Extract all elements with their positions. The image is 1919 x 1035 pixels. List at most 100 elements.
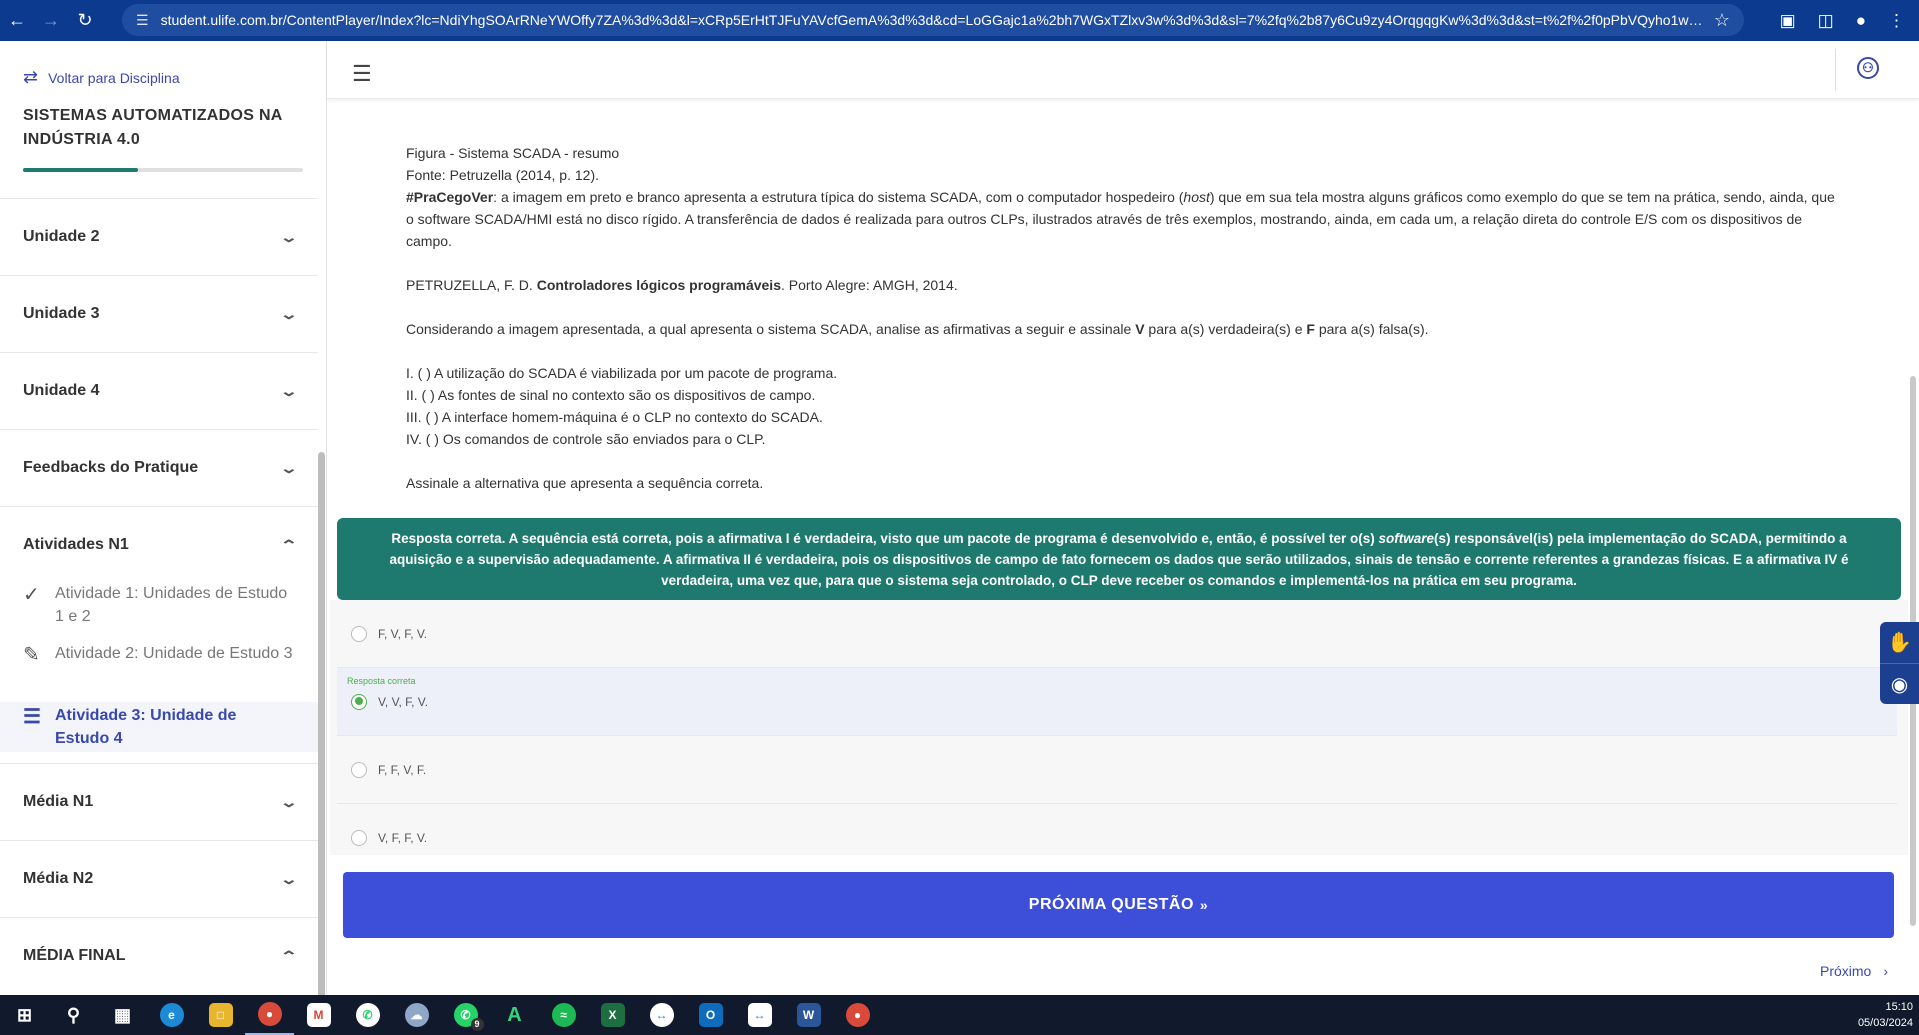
chrome-app-icon[interactable]: ☁ (392, 995, 441, 1035)
radio-button-selected[interactable] (351, 693, 367, 710)
word-icon[interactable]: W (784, 995, 833, 1035)
feedback-banner: Resposta correta. A sequência está corre… (337, 518, 1901, 600)
app-a-icon[interactable]: A (490, 995, 539, 1035)
instruction-f: F (1306, 321, 1315, 337)
eye-icon[interactable]: ◉ (1880, 663, 1919, 704)
chevron-up-icon: ⌃ (279, 536, 299, 553)
back-swap-icon: ⇄ (23, 67, 39, 87)
description-text: : a imagem em preto e branco apresenta a… (493, 189, 1184, 205)
edge-icon[interactable]: e (147, 995, 196, 1035)
feedback-text: Resposta correta. A sequência está corre… (391, 531, 1379, 546)
chevron-down-icon: ⌄ (279, 459, 299, 476)
radio-button[interactable] (351, 625, 367, 642)
reference: PETRUZELLA, F. D. Controladores lógicos … (406, 274, 1846, 296)
back-to-course-link[interactable]: ⇄ Voltar para Disciplina (23, 67, 180, 88)
forward-arrow-icon[interactable]: → (34, 10, 68, 31)
notification-badge: 9 (470, 1018, 484, 1031)
system-clock[interactable]: 15:10 05/03/2024 (1858, 999, 1913, 1031)
sign-language-icon[interactable]: ✋ (1880, 622, 1919, 663)
sidebar-item-label: Média N1 (23, 793, 94, 810)
chevron-right-icon: › (1883, 963, 1889, 979)
next-page-link[interactable]: Próximo › (1820, 963, 1888, 979)
option-label: F, V, F, V. (378, 626, 428, 641)
teamviewer-icon[interactable]: ↔ (637, 995, 686, 1035)
sidebar-item-unidade-3[interactable]: Unidade 3 ⌄ (0, 275, 318, 352)
clock-date: 05/03/2024 (1857, 1017, 1913, 1029)
task-view-icon[interactable]: ▦ (98, 995, 147, 1035)
excel-icon[interactable]: X (588, 995, 637, 1035)
outlook-icon[interactable]: O (686, 995, 735, 1035)
next-question-button[interactable]: PRÓXIMA QUESTÃO » (343, 872, 1894, 938)
browser-toolbar: ← → ↻ ☰ student.ulife.com.br/ContentPlay… (0, 0, 1919, 41)
sidebar-subitem-label: Atividade 3: Unidade de Estudo 4 (55, 707, 237, 747)
statement-4: IV. ( ) Os comandos de controle são envi… (406, 431, 766, 447)
windows-start-icon[interactable]: ⊞ (0, 995, 49, 1035)
course-sidebar: ⇄ Voltar para Disciplina SISTEMAS AUTOMA… (0, 41, 327, 995)
teamviewer-2-icon[interactable]: ↔ (735, 995, 784, 1035)
instruction: Considerando a imagem apresentada, a qua… (406, 318, 1846, 340)
course-title: SISTEMAS AUTOMATIZADOS NA INDÚSTRIA 4.0 (23, 107, 283, 148)
whatsapp-icon[interactable]: ✆ (343, 995, 392, 1035)
sidebar-item-unidade-4[interactable]: Unidade 4 ⌄ (0, 352, 318, 429)
sidebar-item-media-final[interactable]: MÉDIA FINAL ⌃ (0, 917, 318, 994)
course-progress-fill (23, 168, 138, 172)
chevron-down-icon: ⌄ (279, 870, 299, 887)
option-label: F, F, V, F. (378, 762, 427, 777)
sidebar-subitem-atividade-2[interactable]: ✎ Atividade 2: Unidade de Estudo 3 (0, 642, 318, 667)
reference-title: Controladores lógicos programáveis (536, 277, 781, 293)
reference-author: PETRUZELLA, F. D. (406, 277, 537, 293)
sidebar-item-label: Média N2 (23, 870, 94, 887)
back-arrow-icon[interactable]: ← (0, 10, 34, 31)
radio-button[interactable] (351, 761, 367, 778)
sidebar-item-atividades-n1[interactable]: Atividades N1 ⌃ (0, 506, 318, 583)
reference-publisher: . Porto Alegre: AMGH, 2014. (781, 277, 958, 293)
spotify-icon[interactable]: ≈ (539, 995, 588, 1035)
feedback-software-term: software (1378, 531, 1435, 546)
hamburger-menu-icon[interactable]: ☰ (352, 61, 372, 87)
url-text: student.ulife.com.br/ContentPlayer/Index… (160, 12, 1704, 28)
sidebar-item-label: Unidade 2 (23, 228, 100, 245)
browser-menu-icon[interactable]: ⋮ (1888, 11, 1905, 31)
option-label: V, F, F, V. (378, 831, 428, 845)
whatsapp-business-icon[interactable]: ✆ 9 (441, 995, 490, 1035)
profile-icon[interactable]: ● (1856, 11, 1866, 31)
option-c[interactable]: F, F, V, F. (337, 736, 1897, 804)
gmail-icon[interactable]: M (294, 995, 343, 1035)
accessibility-icon[interactable]: ⚇ (1857, 57, 1879, 79)
search-icon[interactable]: ⚲ (49, 995, 98, 1035)
address-bar[interactable]: ☰ student.ulife.com.br/ContentPlayer/Ind… (122, 4, 1744, 36)
sidebar-item-media-n1[interactable]: Média N1 ⌄ (0, 763, 318, 840)
option-a[interactable]: F, V, F, V. (337, 600, 1897, 668)
option-label: V, V, F, V. (378, 694, 429, 709)
radio-button[interactable] (351, 830, 367, 846)
sidebar-subitem-label: Atividade 1: Unidades de Estudo 1 e 2 (55, 585, 288, 625)
chrome-icon[interactable]: ● (245, 995, 294, 1035)
sidebar-item-unidade-2[interactable]: Unidade 2 ⌄ (0, 198, 318, 275)
sidebar-scrollbar[interactable] (318, 452, 325, 995)
sidebar-item-media-n2[interactable]: Média N2 ⌄ (0, 840, 318, 917)
sidebar-subitem-atividade-3[interactable]: ☰ Atividade 3: Unidade de Estudo 4 (0, 702, 318, 752)
accessibility-widgets: ✋ ◉ (1880, 622, 1919, 704)
file-explorer-icon[interactable]: □ (196, 995, 245, 1035)
instruction-text: para a(s) falsa(s). (1314, 321, 1429, 337)
topbar-divider (1835, 49, 1836, 91)
side-panel-icon[interactable]: ◫ (1818, 11, 1834, 31)
bookmark-star-icon[interactable]: ☆ (1714, 10, 1730, 31)
sidebar-item-label: Unidade 3 (23, 305, 100, 322)
sidebar-item-label: Feedbacks do Pratique (23, 459, 199, 476)
sidebar-item-feedbacks[interactable]: Feedbacks do Pratique ⌄ (0, 429, 318, 506)
description-host-term: host (1183, 189, 1210, 205)
sidebar-subitem-atividade-1[interactable]: ✓ Atividade 1: Unidades de Estudo 1 e 2 (0, 582, 318, 628)
back-link-label: Voltar para Disciplina (48, 69, 180, 86)
chevron-down-icon: ⌄ (279, 228, 299, 245)
sidebar-item-label: Unidade 4 (23, 382, 100, 399)
option-b[interactable]: Resposta correta V, V, F, V. (337, 668, 1897, 736)
list-icon: ☰ (23, 706, 41, 728)
question-prompt: Assinale a alternativa que apresenta a s… (406, 475, 764, 491)
option-d[interactable]: V, F, F, V. (337, 804, 1897, 872)
figure-caption: Figura - Sistema SCADA - resumo (406, 145, 620, 161)
reload-icon[interactable]: ↻ (68, 10, 102, 31)
extensions-icon[interactable]: ▣ (1780, 11, 1796, 31)
chrome-profile-icon[interactable]: ● (833, 995, 882, 1035)
site-info-icon[interactable]: ☰ (136, 12, 149, 29)
